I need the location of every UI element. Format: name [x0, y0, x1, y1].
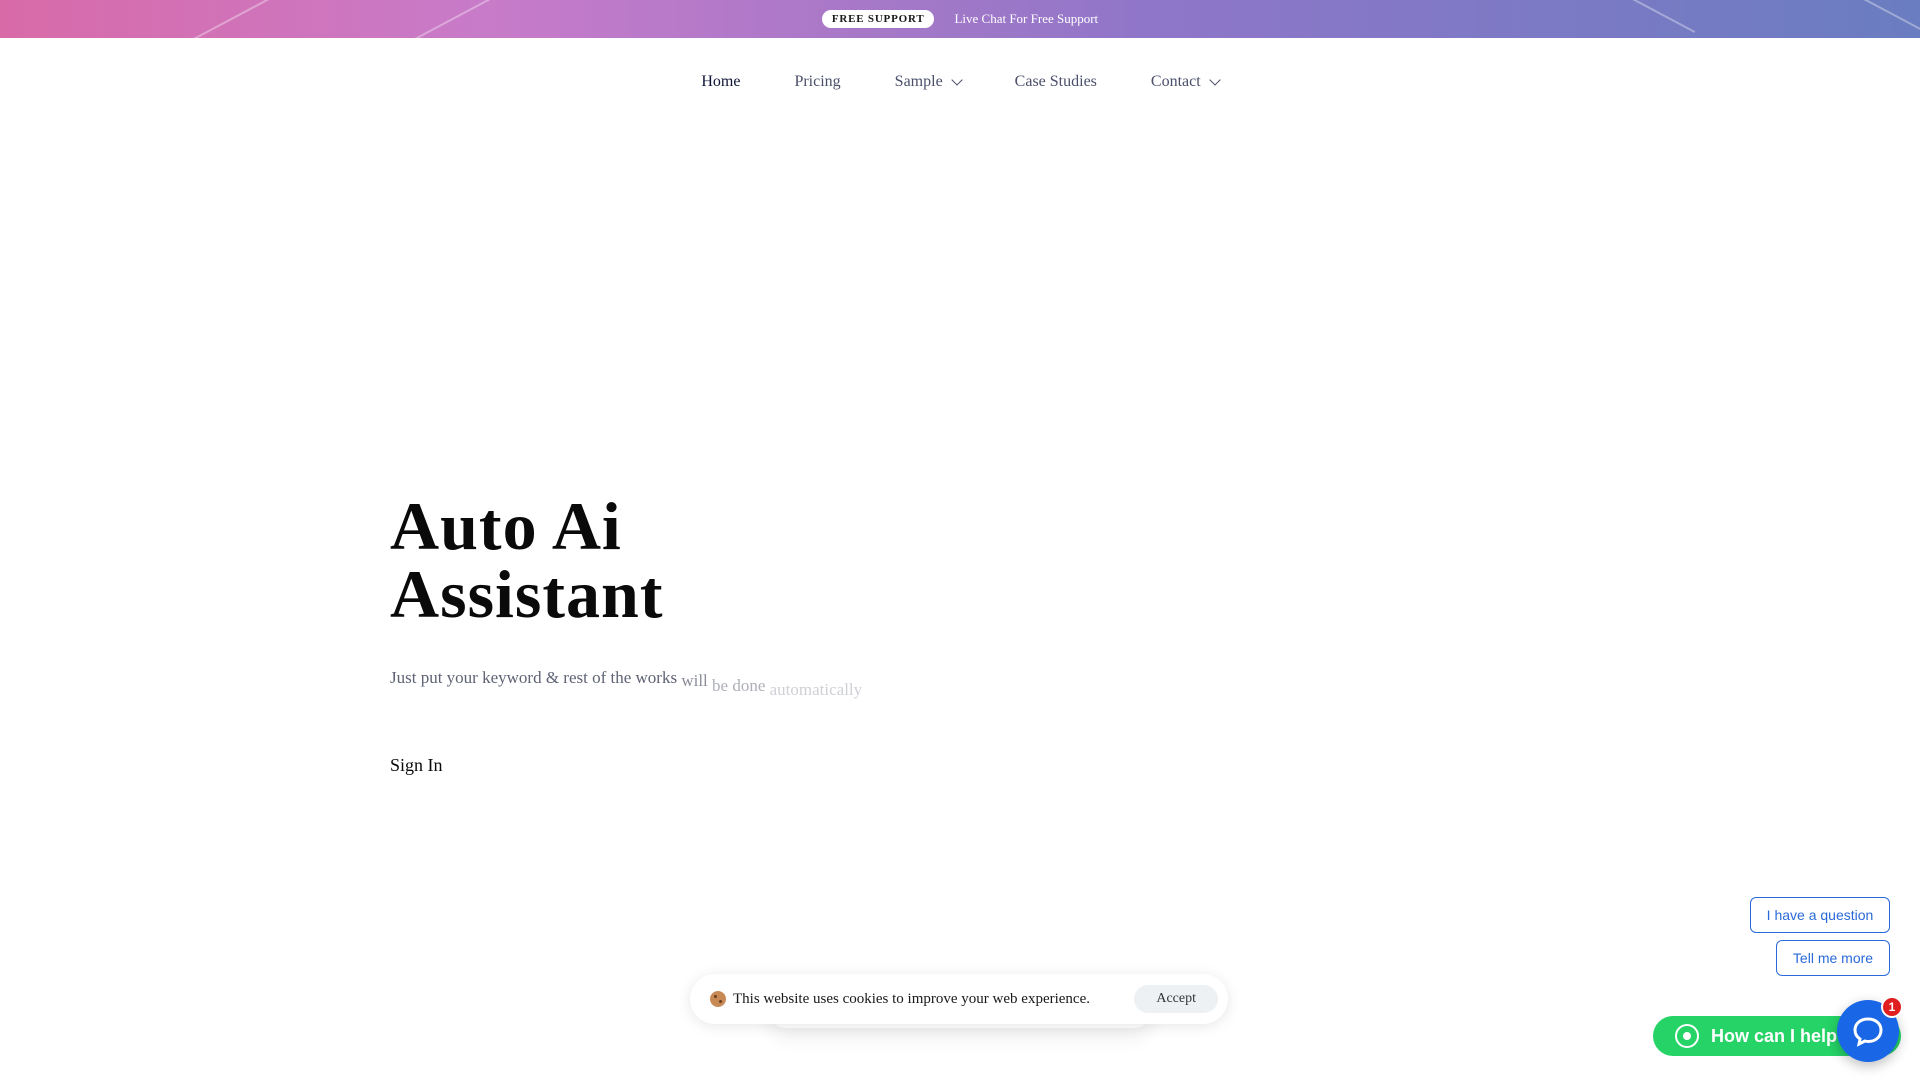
hero-title-line1: Auto Ai — [390, 488, 622, 564]
nav-item-sample[interactable]: Sample — [894, 73, 963, 91]
announcement-bar: FREE SUPPORT Live Chat For Free Support — [0, 0, 1920, 38]
cookie-icon — [710, 991, 726, 1007]
hero-subtitle-part4: automatically — [769, 680, 863, 699]
live-chat-link[interactable]: Live Chat For Free Support — [954, 11, 1098, 27]
hero-subtitle-part2: will — [681, 671, 708, 690]
nav-item-label: Home — [701, 73, 741, 90]
decorative-streak — [1464, 0, 1696, 33]
whatsapp-icon — [1675, 1024, 1699, 1048]
sign-in-link[interactable]: Sign In — [390, 755, 443, 776]
chevron-down-icon — [951, 73, 963, 86]
decorative-streak — [314, 0, 546, 38]
nav-item-label: Contact — [1150, 73, 1201, 90]
nav-item-label: Case Studies — [1014, 73, 1097, 90]
unread-count-badge: 1 — [1881, 996, 1903, 1018]
cookie-banner: This website uses cookies to improve you… — [690, 974, 1228, 1024]
chevron-down-icon — [1208, 73, 1221, 86]
nav-item-home[interactable]: Home — [701, 73, 740, 91]
chat-launcher-button[interactable]: 1 — [1837, 996, 1903, 1062]
chat-bubble-icon — [1853, 1017, 1883, 1047]
hero-subtitle: Just put your keyword & rest of the work… — [390, 668, 862, 699]
cookie-message: This website uses cookies to improve you… — [733, 990, 1090, 1007]
hero-title-line2: Assistant — [390, 556, 664, 632]
hero-title: Auto Ai Assistant — [390, 492, 910, 628]
hero-subtitle-part1: Just put your keyword & rest of the work… — [390, 668, 678, 687]
quick-reply-tell-me-more[interactable]: Tell me more — [1776, 940, 1890, 976]
decorative-streak — [1714, 0, 1920, 38]
nav-item-label: Pricing — [794, 73, 841, 90]
accept-cookies-button[interactable]: Accept — [1134, 985, 1218, 1013]
nav-item-pricing[interactable]: Pricing — [794, 73, 840, 91]
nav-item-contact[interactable]: Contact — [1150, 73, 1221, 91]
decorative-streak — [74, 0, 306, 38]
hero-subtitle-part3: be done — [712, 676, 766, 695]
free-support-badge: FREE SUPPORT — [821, 10, 935, 28]
quick-reply-question[interactable]: I have a question — [1750, 897, 1890, 933]
main-nav: Home Pricing Sample Case Studies Contact — [0, 60, 1920, 104]
nav-item-label: Sample — [894, 73, 943, 90]
nav-item-case-studies[interactable]: Case Studies — [1015, 73, 1097, 91]
